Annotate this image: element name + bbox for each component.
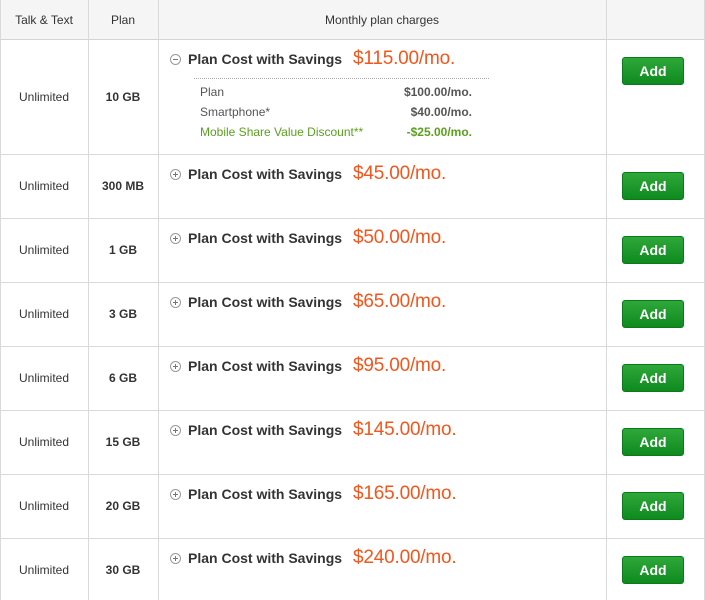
plan-price: $165.00/mo. bbox=[353, 483, 457, 504]
plan-cost-toggle[interactable]: Plan Cost with Savings $45.00/mo. bbox=[170, 162, 446, 186]
add-button[interactable]: Add bbox=[622, 428, 684, 456]
plan-cost-toggle[interactable]: Plan Cost with Savings $145.00/mo. bbox=[170, 418, 457, 442]
plan-cell: 10 GB bbox=[105, 90, 141, 104]
header-talk-text: Talk & Text bbox=[15, 13, 73, 27]
add-button[interactable]: Add bbox=[622, 364, 684, 392]
plan-price: $65.00/mo. bbox=[353, 291, 447, 312]
add-button[interactable]: Add bbox=[622, 300, 684, 328]
expand-icon[interactable] bbox=[170, 552, 181, 564]
plan-cost-toggle[interactable]: Plan Cost with Savings $240.00/mo. bbox=[170, 546, 457, 570]
talk-text-cell: Unlimited bbox=[18, 179, 69, 193]
plan-cell: 1 GB bbox=[108, 243, 137, 257]
expand-icon[interactable] bbox=[170, 232, 181, 244]
breakdown-name: Mobile Share Value Discount** bbox=[200, 125, 364, 139]
plan-cost-label: Plan Cost with Savings bbox=[188, 486, 343, 502]
add-button[interactable]: Add bbox=[622, 556, 684, 584]
expand-icon[interactable] bbox=[170, 296, 181, 308]
talk-text-cell: Unlimited bbox=[18, 90, 69, 104]
table-row: Unlimited 30 GB Plan Cost with Savings $… bbox=[0, 539, 705, 600]
table-row: Unlimited 6 GB Plan Cost with Savings $9… bbox=[0, 347, 705, 411]
plan-price: $115.00/mo. bbox=[353, 48, 456, 69]
plan-cost-label: Plan Cost with Savings bbox=[188, 550, 343, 566]
plan-price: $145.00/mo. bbox=[353, 419, 457, 440]
talk-text-cell: Unlimited bbox=[18, 499, 69, 513]
plan-cost-label: Plan Cost with Savings bbox=[188, 51, 343, 67]
add-button[interactable]: Add bbox=[622, 236, 684, 264]
plan-price: $45.00/mo. bbox=[353, 163, 447, 184]
plan-cost-label: Plan Cost with Savings bbox=[188, 358, 343, 374]
column-divider bbox=[158, 0, 159, 600]
plan-cell: 20 GB bbox=[105, 499, 141, 513]
breakdown-name: Plan bbox=[200, 85, 225, 99]
plan-cell: 15 GB bbox=[105, 435, 141, 449]
collapse-icon[interactable] bbox=[170, 53, 181, 65]
add-button[interactable]: Add bbox=[622, 57, 684, 85]
talk-text-cell: Unlimited bbox=[18, 307, 69, 321]
expand-icon[interactable] bbox=[170, 424, 181, 436]
plan-price: $95.00/mo. bbox=[353, 355, 447, 376]
table-row: Unlimited 10 GB Plan Cost with Savings $… bbox=[0, 40, 705, 155]
plan-cost-toggle[interactable]: Plan Cost with Savings $115.00/mo. bbox=[170, 47, 455, 71]
plan-cell: 300 MB bbox=[101, 179, 145, 193]
plan-cost-toggle[interactable]: Plan Cost with Savings $50.00/mo. bbox=[170, 226, 446, 250]
header-monthly-charges: Monthly plan charges bbox=[324, 13, 440, 27]
table-row: Unlimited 1 GB Plan Cost with Savings $5… bbox=[0, 219, 705, 283]
plan-cell: 30 GB bbox=[105, 563, 141, 577]
plan-price: $240.00/mo. bbox=[353, 547, 457, 568]
table-header: Talk & Text Plan Monthly plan charges bbox=[0, 0, 705, 40]
plan-cost-label: Plan Cost with Savings bbox=[188, 230, 343, 246]
plan-price: $50.00/mo. bbox=[353, 227, 447, 248]
expand-icon[interactable] bbox=[170, 488, 181, 500]
breakdown-value: -$25.00/mo. bbox=[406, 125, 472, 139]
column-divider bbox=[88, 0, 89, 600]
breakdown-name: Smartphone* bbox=[200, 105, 271, 119]
breakdown-value: $100.00/mo. bbox=[403, 85, 472, 99]
plan-cost-toggle[interactable]: Plan Cost with Savings $65.00/mo. bbox=[170, 290, 446, 314]
header-plan: Plan bbox=[110, 13, 136, 27]
add-button[interactable]: Add bbox=[622, 492, 684, 520]
expand-icon[interactable] bbox=[170, 168, 181, 180]
table-row: Unlimited 300 MB Plan Cost with Savings … bbox=[0, 155, 705, 219]
plan-cost-toggle[interactable]: Plan Cost with Savings $165.00/mo. bbox=[170, 482, 457, 506]
talk-text-cell: Unlimited bbox=[18, 243, 69, 257]
add-button[interactable]: Add bbox=[622, 172, 684, 200]
expand-icon[interactable] bbox=[170, 360, 181, 372]
breakdown-row-discount: Mobile Share Value Discount** -$25.00/mo… bbox=[200, 125, 472, 139]
plan-cost-label: Plan Cost with Savings bbox=[188, 294, 343, 310]
column-divider bbox=[0, 0, 1, 600]
plan-cost-toggle[interactable]: Plan Cost with Savings $95.00/mo. bbox=[170, 354, 446, 378]
talk-text-cell: Unlimited bbox=[18, 435, 69, 449]
table-row: Unlimited 15 GB Plan Cost with Savings $… bbox=[0, 411, 705, 475]
talk-text-cell: Unlimited bbox=[18, 563, 69, 577]
plan-cell: 6 GB bbox=[108, 371, 137, 385]
plan-cost-label: Plan Cost with Savings bbox=[188, 166, 343, 182]
table-row: Unlimited 20 GB Plan Cost with Savings $… bbox=[0, 475, 705, 539]
talk-text-cell: Unlimited bbox=[18, 371, 69, 385]
plan-cost-label: Plan Cost with Savings bbox=[188, 422, 343, 438]
breakdown-row: Smartphone* $40.00/mo. bbox=[200, 105, 472, 119]
breakdown-row: Plan $100.00/mo. bbox=[200, 85, 472, 99]
plan-cell: 3 GB bbox=[108, 307, 137, 321]
divider bbox=[194, 78, 489, 79]
table-row: Unlimited 3 GB Plan Cost with Savings $6… bbox=[0, 283, 705, 347]
breakdown-value: $40.00/mo. bbox=[410, 105, 472, 119]
column-divider bbox=[606, 0, 607, 600]
